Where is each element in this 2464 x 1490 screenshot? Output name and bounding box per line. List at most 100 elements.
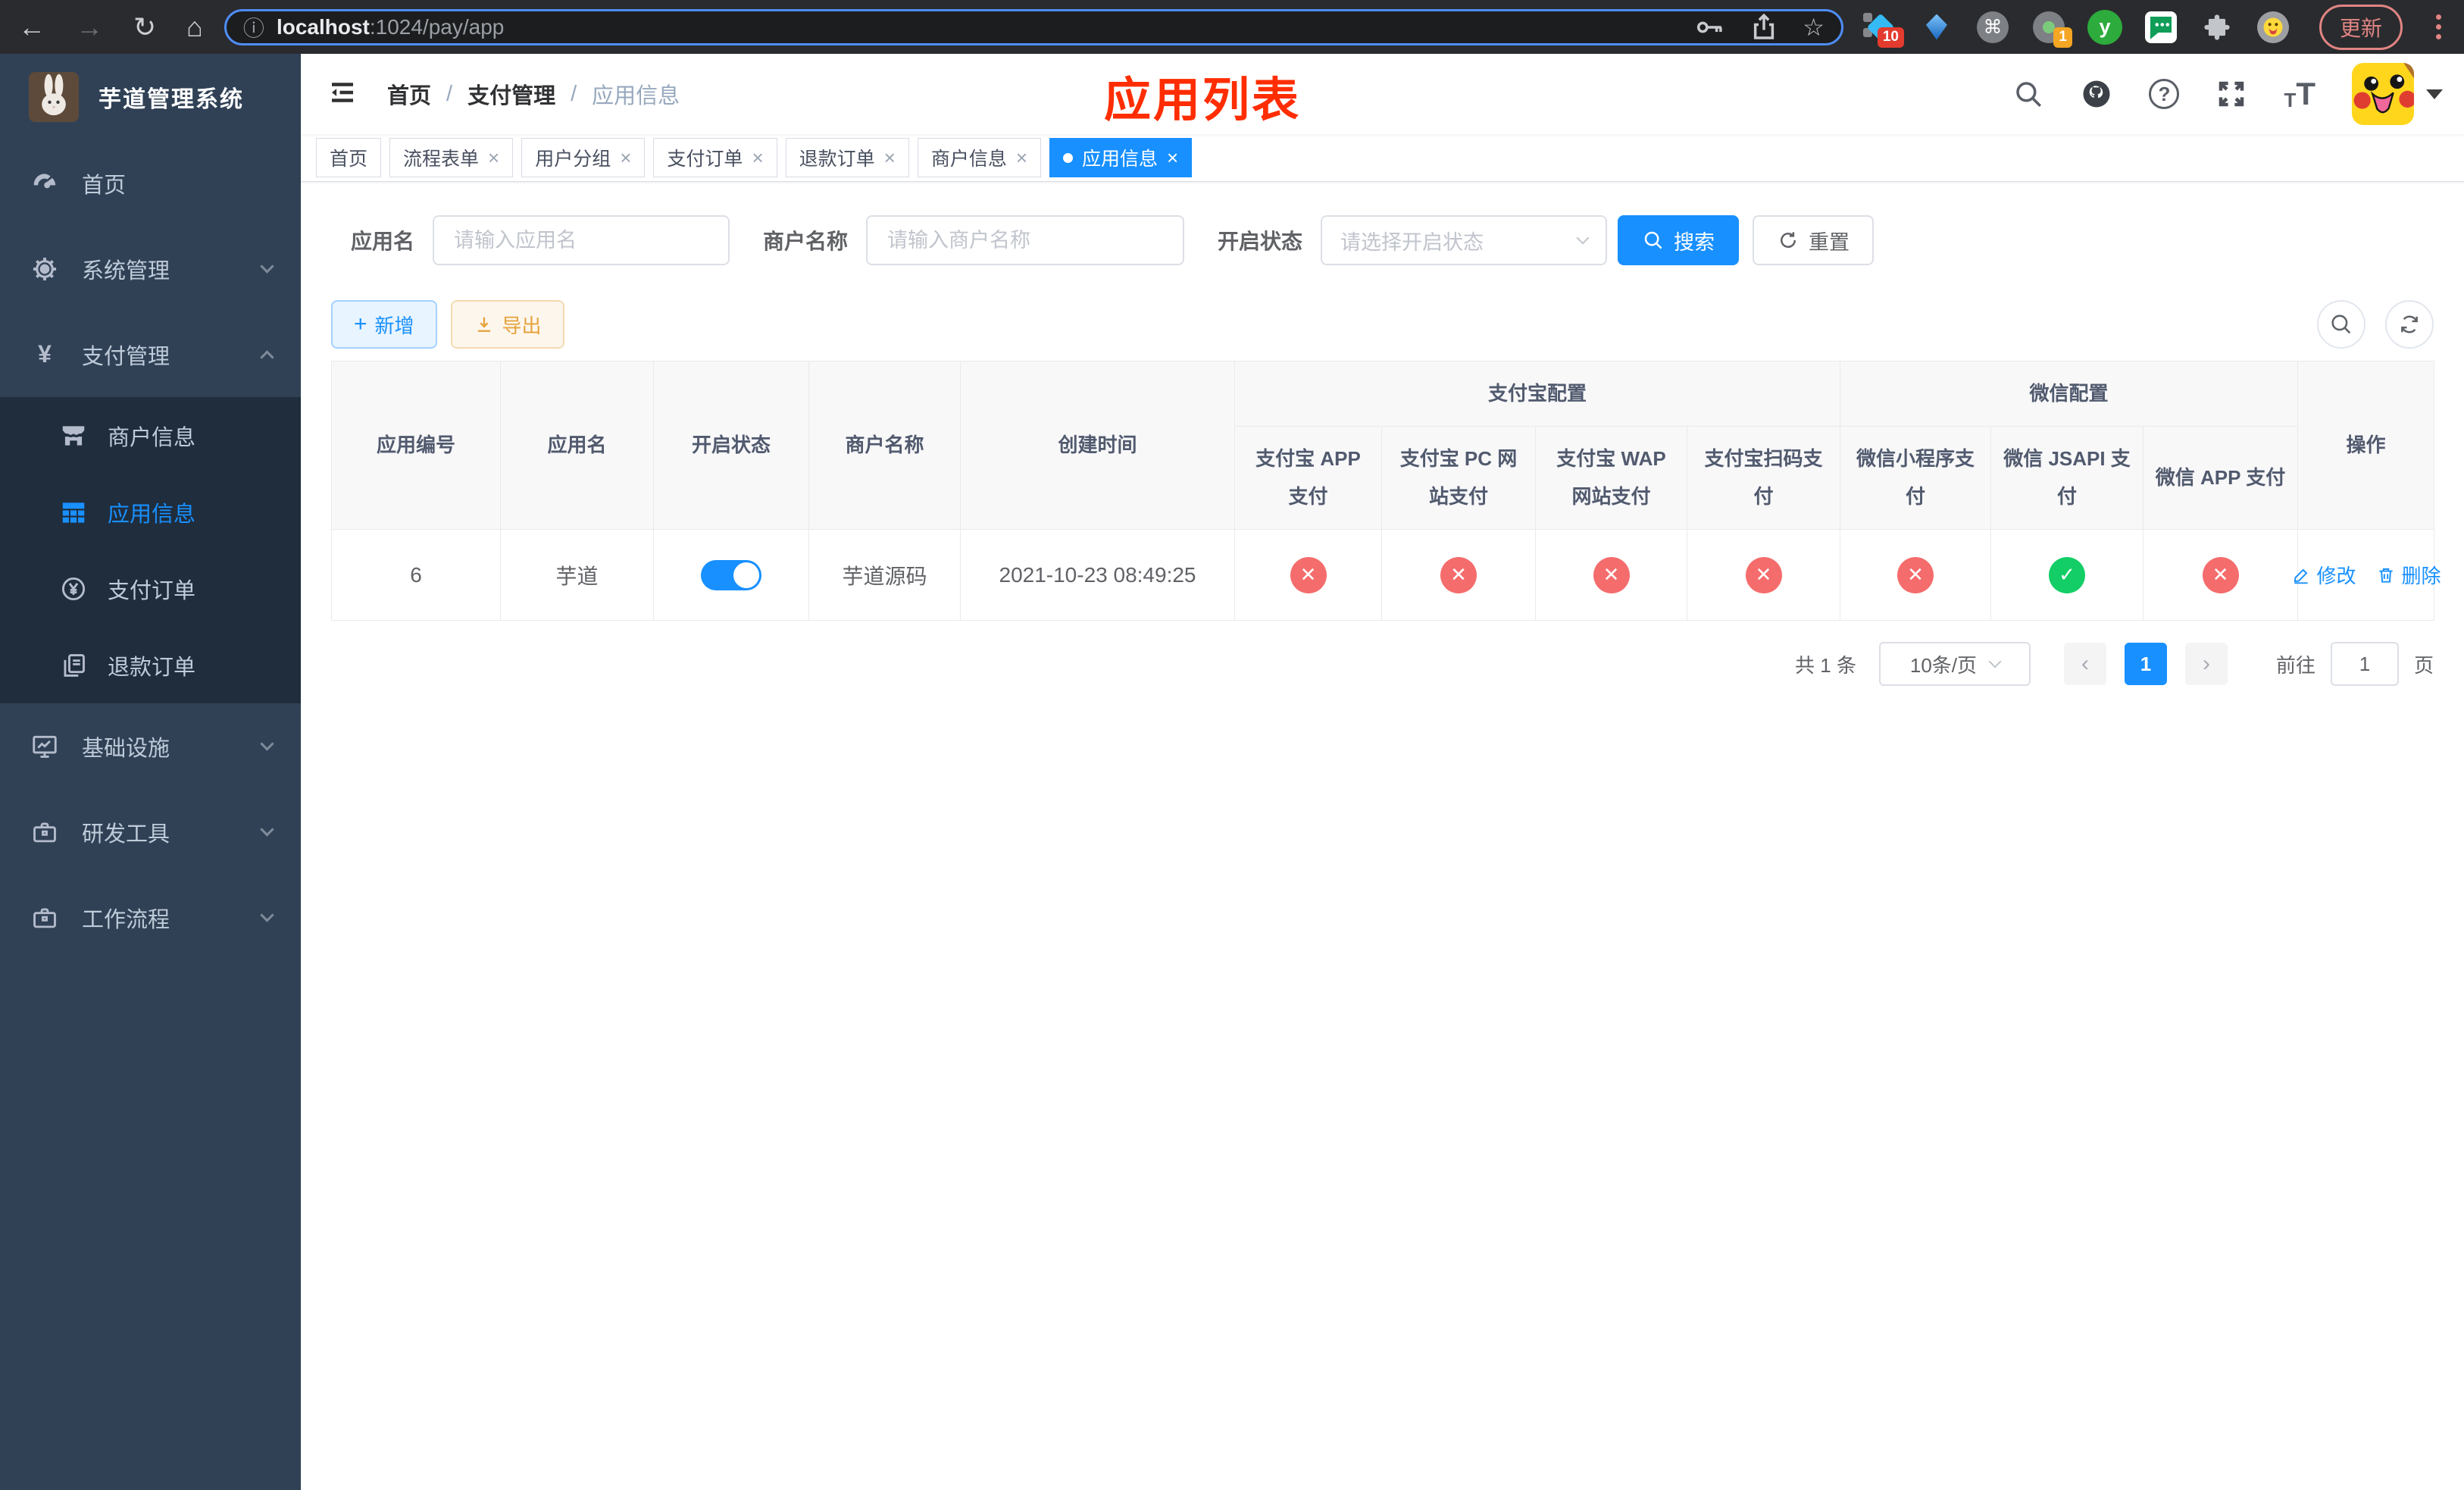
- sidebar-item-infrastructure[interactable]: 基础设施: [0, 703, 301, 789]
- sidebar-item-label: 支付管理: [82, 344, 170, 369]
- alipay-wap-status-icon: ✕: [1593, 556, 1630, 593]
- show-search-button[interactable]: [2317, 300, 2366, 349]
- tab-home[interactable]: 首页: [316, 138, 382, 177]
- navbar-actions: ? TT: [2012, 63, 2443, 125]
- password-key-icon[interactable]: [1693, 11, 1725, 43]
- bookmark-star-icon[interactable]: ☆: [1803, 13, 1825, 42]
- close-icon[interactable]: ×: [884, 146, 896, 170]
- chevron-down-icon: [1988, 655, 2002, 668]
- reset-button[interactable]: 重置: [1753, 215, 1875, 265]
- browser-update-button[interactable]: 更新: [2319, 4, 2403, 50]
- address-bar-actions: ☆: [1693, 11, 1825, 43]
- next-page-button[interactable]: ›: [2184, 643, 2228, 685]
- refresh-icon: [2401, 315, 2418, 333]
- top-navbar: 首页 / 支付管理 / 应用信息 应用列表 ? T T: [301, 54, 2464, 134]
- delete-link[interactable]: 删除: [2376, 561, 2441, 589]
- refresh-table-button[interactable]: [2385, 300, 2434, 349]
- tab-app-info[interactable]: 应用信息 ×: [1049, 138, 1193, 177]
- table-grid-icon: [58, 498, 89, 527]
- cell-app-name: 芋道: [500, 529, 654, 621]
- close-icon[interactable]: ×: [1016, 146, 1027, 170]
- prev-page-button[interactable]: ‹: [2063, 643, 2106, 685]
- col-app-id: 应用编号: [331, 361, 501, 530]
- browser-menu-icon[interactable]: [2428, 11, 2449, 42]
- browser-home-button[interactable]: ⌂: [186, 13, 203, 41]
- sidebar-item-dev-tools[interactable]: 研发工具: [0, 789, 301, 875]
- address-bar[interactable]: ⓘ localhost:1024/pay/app ☆: [224, 8, 1843, 45]
- chevron-down-icon: [260, 908, 274, 922]
- sidebar-item-merchant-info[interactable]: 商户信息: [0, 397, 301, 474]
- status-select-placeholder: 请选择开启状态: [1340, 230, 1484, 254]
- sidebar-logo[interactable]: 芋道管理系统: [0, 54, 301, 140]
- extension-proxy-icon[interactable]: 1: [2031, 10, 2072, 48]
- extension-tabs-icon[interactable]: 10: [1862, 10, 1904, 48]
- trash-icon: [2378, 568, 2393, 583]
- page-1-button[interactable]: 1: [2124, 643, 2167, 685]
- close-icon[interactable]: ×: [1167, 146, 1178, 170]
- browser-forward-button[interactable]: →: [76, 13, 103, 41]
- sidebar-item-label: 支付订单: [108, 578, 196, 603]
- close-icon[interactable]: ×: [488, 146, 499, 170]
- breadcrumb: 首页 / 支付管理 / 应用信息: [387, 78, 680, 110]
- tab-merchant-info[interactable]: 商户信息 ×: [917, 138, 1042, 177]
- page-size-select[interactable]: 10条/页: [1878, 642, 2031, 686]
- edit-link[interactable]: 修改: [2291, 561, 2356, 589]
- profile-avatar-icon[interactable]: [2256, 10, 2290, 45]
- extension-y-icon[interactable]: y: [2087, 9, 2122, 45]
- sidebar-item-home[interactable]: 首页: [0, 140, 301, 226]
- extension-gem-icon[interactable]: [1919, 10, 1954, 45]
- browser-back-button[interactable]: ←: [18, 13, 45, 41]
- tab-pay-orders[interactable]: 支付订单 ×: [653, 138, 777, 177]
- extensions-puzzle-icon[interactable]: [2200, 10, 2234, 45]
- font-size-icon[interactable]: TT: [2284, 76, 2315, 112]
- close-icon[interactable]: ×: [752, 146, 763, 170]
- sidebar-item-label: 系统管理: [82, 258, 170, 283]
- close-icon[interactable]: ×: [620, 146, 631, 170]
- app-name-input[interactable]: [433, 215, 730, 265]
- github-icon[interactable]: [2081, 78, 2112, 110]
- add-button[interactable]: + 新增: [331, 300, 437, 349]
- tab-refund-orders[interactable]: 退款订单 ×: [785, 138, 909, 177]
- pagination-goto: 前往 页: [2276, 642, 2434, 686]
- col-app-name: 应用名: [500, 361, 654, 530]
- user-avatar[interactable]: [2352, 63, 2443, 125]
- status-toggle[interactable]: [701, 559, 761, 590]
- sidebar-item-system[interactable]: 系统管理: [0, 226, 301, 311]
- app-title: 芋道管理系统: [98, 87, 244, 112]
- col-alipay-app: 支付宝 APP 支付: [1234, 426, 1382, 530]
- merchant-name-input[interactable]: [866, 215, 1185, 265]
- help-icon[interactable]: ?: [2149, 79, 2180, 109]
- app-name-label: 应用名: [351, 230, 415, 253]
- status-select[interactable]: 请选择开启状态: [1321, 215, 1608, 265]
- col-alipay-qr: 支付宝扫码支付: [1686, 426, 1841, 530]
- sidebar-item-workflow[interactable]: 工作流程: [0, 875, 301, 960]
- breadcrumb-payment[interactable]: 支付管理: [467, 78, 555, 110]
- col-wechat-app: 微信 APP 支付: [2143, 426, 2299, 530]
- url-text[interactable]: localhost:1024/pay/app: [277, 15, 1693, 39]
- tab-user-group[interactable]: 用户分组 ×: [521, 138, 646, 177]
- search-icon[interactable]: [2012, 78, 2044, 110]
- sidebar-item-pay-orders[interactable]: 支付订单: [0, 550, 301, 627]
- sidebar: 芋道管理系统 首页 系统管理 ¥ 支付管理 商户信息 应用信息 支付订单 退款订…: [0, 54, 301, 1490]
- extension-cmd-icon[interactable]: ⌘: [1975, 10, 2010, 45]
- site-info-icon[interactable]: ⓘ: [243, 12, 264, 42]
- extension-chat-icon[interactable]: [2143, 10, 2178, 45]
- breadcrumb-home[interactable]: 首页: [387, 78, 431, 110]
- sidebar-item-refund-orders[interactable]: 退款订单: [0, 627, 301, 703]
- browser-reload-button[interactable]: ↻: [133, 13, 156, 41]
- goto-page-input[interactable]: [2330, 642, 2399, 686]
- fullscreen-icon[interactable]: [2215, 78, 2247, 110]
- sidebar-collapse-icon[interactable]: [327, 77, 358, 112]
- sidebar-item-app-info[interactable]: 应用信息: [0, 474, 301, 550]
- export-button[interactable]: 导出: [450, 300, 564, 349]
- extension-badge: 10: [1877, 27, 1904, 48]
- apps-table: 应用编号 应用名 开启状态 商户名称 创建时间 支付宝配置 微信配置 操作 支付…: [331, 361, 2441, 621]
- share-icon[interactable]: [1748, 11, 1780, 43]
- search-button[interactable]: 搜索: [1618, 215, 1740, 265]
- briefcase-icon: [29, 903, 61, 932]
- toolbox-icon: [29, 818, 61, 847]
- sidebar-item-payment[interactable]: ¥ 支付管理: [0, 311, 301, 397]
- col-alipay-pc: 支付宝 PC 网站支付: [1381, 426, 1536, 530]
- tab-process-form[interactable]: 流程表单 ×: [389, 138, 514, 177]
- col-merchant: 商户名称: [808, 361, 961, 530]
